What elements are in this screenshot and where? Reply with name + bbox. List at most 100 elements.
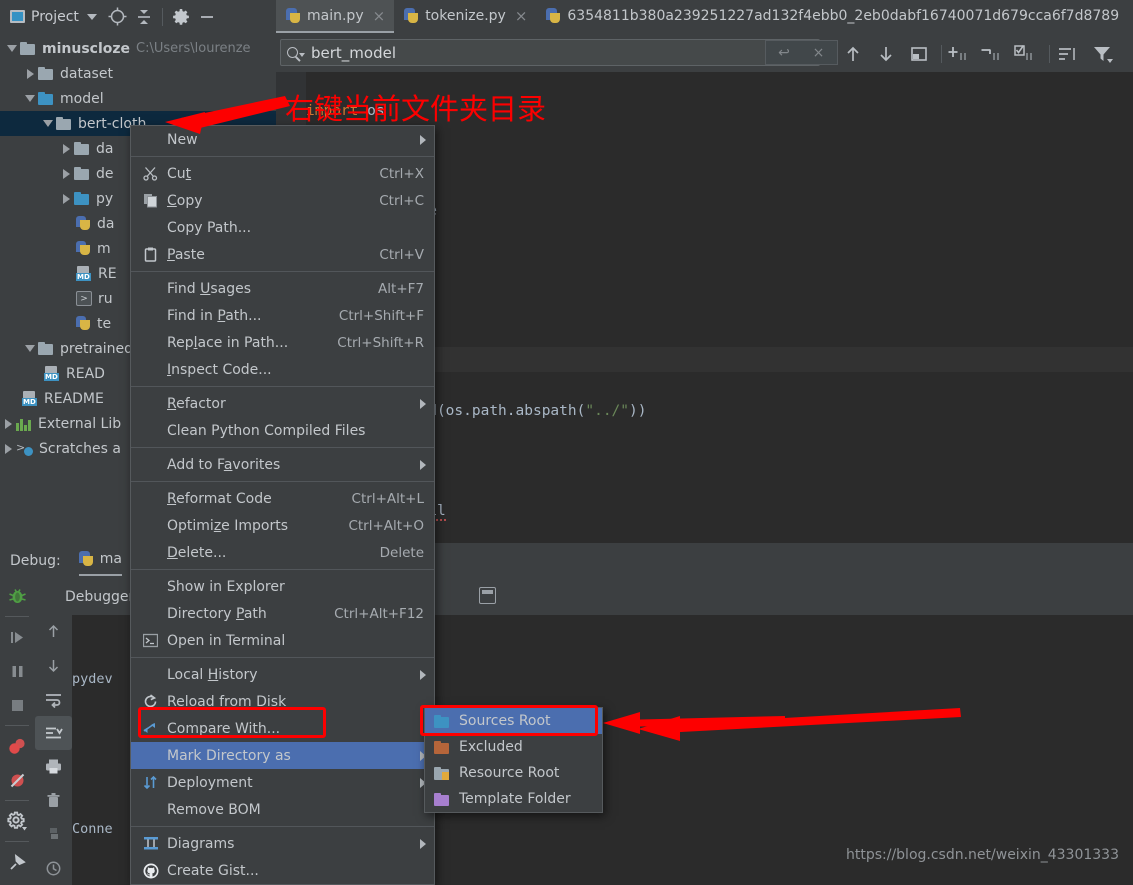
locate-icon[interactable] <box>105 0 131 33</box>
tree-row-dataset[interactable]: dataset <box>0 61 276 86</box>
menu-item-refactor[interactable]: Refactor <box>131 390 434 417</box>
expand-arrow-icon[interactable] <box>4 45 20 52</box>
menu-item-label: Reload from Disk <box>167 693 287 710</box>
gear-icon[interactable] <box>168 0 194 33</box>
menu-item-paste[interactable]: Paste Ctrl+V <box>131 241 434 268</box>
tree-row-root[interactable]: minuscloze C:\Users\lourenze <box>0 36 276 61</box>
select-opened-file-icon[interactable] <box>1010 36 1040 72</box>
up-icon[interactable] <box>35 615 72 649</box>
project-view-button[interactable]: Project <box>0 0 105 33</box>
python-file-icon <box>546 7 561 24</box>
menu-item-add-to-favorites[interactable]: Add to Favorites <box>131 451 434 478</box>
menu-item-mark-directory-as[interactable]: Mark Directory as <box>131 742 434 769</box>
evaluate-expression-icon[interactable] <box>479 587 496 604</box>
menu-item-delete[interactable]: Delete... Delete <box>131 539 434 566</box>
menu-item-new[interactable]: New <box>131 126 434 153</box>
print-icon[interactable] <box>35 750 72 784</box>
expand-arrow-icon[interactable] <box>22 68 38 79</box>
menu-item-remove-bom[interactable]: Remove BOM <box>131 796 434 823</box>
menu-item-label: Copy <box>167 192 203 209</box>
expand-arrow-icon[interactable] <box>58 143 74 154</box>
mute-breakpoints-icon[interactable] <box>0 763 34 797</box>
menu-item-find-usages[interactable]: Find Usages Alt+F7 <box>131 275 434 302</box>
expand-arrow-icon[interactable] <box>58 193 74 204</box>
tab-hash-file[interactable]: 6354811b380a239251227ad132f4ebb0_2eb0dab… <box>536 0 1128 33</box>
menu-item-label: Optimize Imports <box>167 517 288 534</box>
menu-item-shortcut: Ctrl+Alt+F12 <box>334 605 424 622</box>
search-clear-button[interactable]: × <box>800 40 838 65</box>
menu-item-show-in-explorer[interactable]: Show in Explorer <box>131 573 434 600</box>
search-input[interactable]: bert_model <box>280 39 820 66</box>
pause-icon[interactable] <box>0 654 34 688</box>
submenu-item-resource-root[interactable]: Resource Root <box>425 760 602 786</box>
menu-item-diagrams[interactable]: Diagrams <box>131 830 434 857</box>
soft-wrap-icon[interactable] <box>35 683 72 717</box>
breakpoints-icon[interactable] <box>0 729 34 763</box>
trash-icon[interactable] <box>35 784 72 818</box>
menu-item-compare-with[interactable]: Compare With... <box>131 715 434 742</box>
menu-item-label: Cut <box>167 165 192 182</box>
menu-item-local-history[interactable]: Local History <box>131 661 434 688</box>
filter-icon[interactable] <box>1088 36 1118 72</box>
chevron-down-icon[interactable] <box>86 13 97 20</box>
scroll-to-end-icon[interactable] <box>35 716 72 750</box>
tab-debugger[interactable]: Debugger <box>65 589 134 605</box>
down-icon[interactable] <box>35 649 72 683</box>
history-icon[interactable] <box>35 851 72 885</box>
collapse-all-icon[interactable] <box>977 36 1007 72</box>
preview-icon[interactable] <box>904 36 934 72</box>
close-icon[interactable]: × <box>515 7 528 25</box>
search-enter-button[interactable]: ↩ <box>765 40 803 65</box>
tree-row-model[interactable]: model <box>0 86 276 111</box>
settings-icon[interactable] <box>0 804 34 838</box>
menu-item-inspect-code[interactable]: Inspect Code... <box>131 356 434 383</box>
menu-item-reload-from-disk[interactable]: Reload from Disk <box>131 688 434 715</box>
tab-main-py[interactable]: main.py × <box>276 0 395 33</box>
submenu-item-sources-root[interactable]: Sources Root <box>425 708 602 734</box>
expand-arrow-icon[interactable] <box>0 418 16 429</box>
stop-icon[interactable] <box>0 688 34 722</box>
next-occurrence-icon[interactable] <box>871 36 901 72</box>
menu-item-shortcut: Delete <box>379 544 424 561</box>
expand-arrow-icon[interactable] <box>22 345 38 352</box>
tab-tokenize-py[interactable]: tokenize.py × <box>394 0 536 33</box>
expand-arrow-icon[interactable] <box>22 95 38 102</box>
compare-icon <box>142 720 159 737</box>
search-icon[interactable] <box>287 47 305 58</box>
collapse-all-icon[interactable] <box>131 0 157 33</box>
submenu-item-template-folder[interactable]: Template Folder <box>425 786 602 812</box>
menu-item-copy-path[interactable]: Copy Path... <box>131 214 434 241</box>
close-icon[interactable]: × <box>373 7 386 25</box>
folder-icon <box>20 42 36 55</box>
resume-icon[interactable] <box>0 620 34 654</box>
menu-item-clean-python-compiled-files[interactable]: Clean Python Compiled Files <box>131 417 434 444</box>
tree-root-path: C:\Users\lourenze <box>136 41 251 56</box>
previous-occurrence-icon[interactable] <box>838 36 868 72</box>
menu-item-reformat-code[interactable]: Reformat Code Ctrl+Alt+L <box>131 485 434 512</box>
python-console-icon[interactable] <box>35 818 72 852</box>
submenu-item-excluded[interactable]: Excluded <box>425 734 602 760</box>
menu-item-create-gist[interactable]: Create Gist... <box>131 857 434 884</box>
console-line: :ing <box>350 667 1133 692</box>
bug-icon[interactable] <box>0 579 34 613</box>
expand-arrow-icon[interactable] <box>0 443 16 454</box>
menu-item-directory-path[interactable]: Directory Path Ctrl+Alt+F12 <box>131 600 434 627</box>
pin-icon[interactable] <box>0 845 34 879</box>
menu-item-open-in-terminal[interactable]: Open in Terminal <box>131 627 434 654</box>
debug-config-tab[interactable]: ma <box>78 546 122 576</box>
menu-item-copy[interactable]: Copy Ctrl+C <box>131 187 434 214</box>
mark-directory-as-submenu[interactable]: Sources Root Excluded Resource Root Temp… <box>424 707 603 813</box>
menu-item-replace-in-path[interactable]: Replace in Path... Ctrl+Shift+R <box>131 329 434 356</box>
expand-all-icon[interactable] <box>944 36 974 72</box>
expand-arrow-icon[interactable] <box>58 168 74 179</box>
context-menu[interactable]: New Cut Ctrl+X Copy Ctrl+C Copy Path... … <box>130 125 435 885</box>
menu-item-deployment[interactable]: Deployment <box>131 769 434 796</box>
minimize-icon[interactable] <box>194 0 220 33</box>
menu-item-label: Reformat Code <box>167 490 272 507</box>
chevron-right-icon <box>420 134 426 145</box>
menu-item-optimize-imports[interactable]: Optimize Imports Ctrl+Alt+O <box>131 512 434 539</box>
sort-icon[interactable] <box>1053 36 1083 72</box>
menu-item-find-in-path[interactable]: Find in Path... Ctrl+Shift+F <box>131 302 434 329</box>
menu-item-cut[interactable]: Cut Ctrl+X <box>131 160 434 187</box>
expand-arrow-icon[interactable] <box>40 120 56 127</box>
